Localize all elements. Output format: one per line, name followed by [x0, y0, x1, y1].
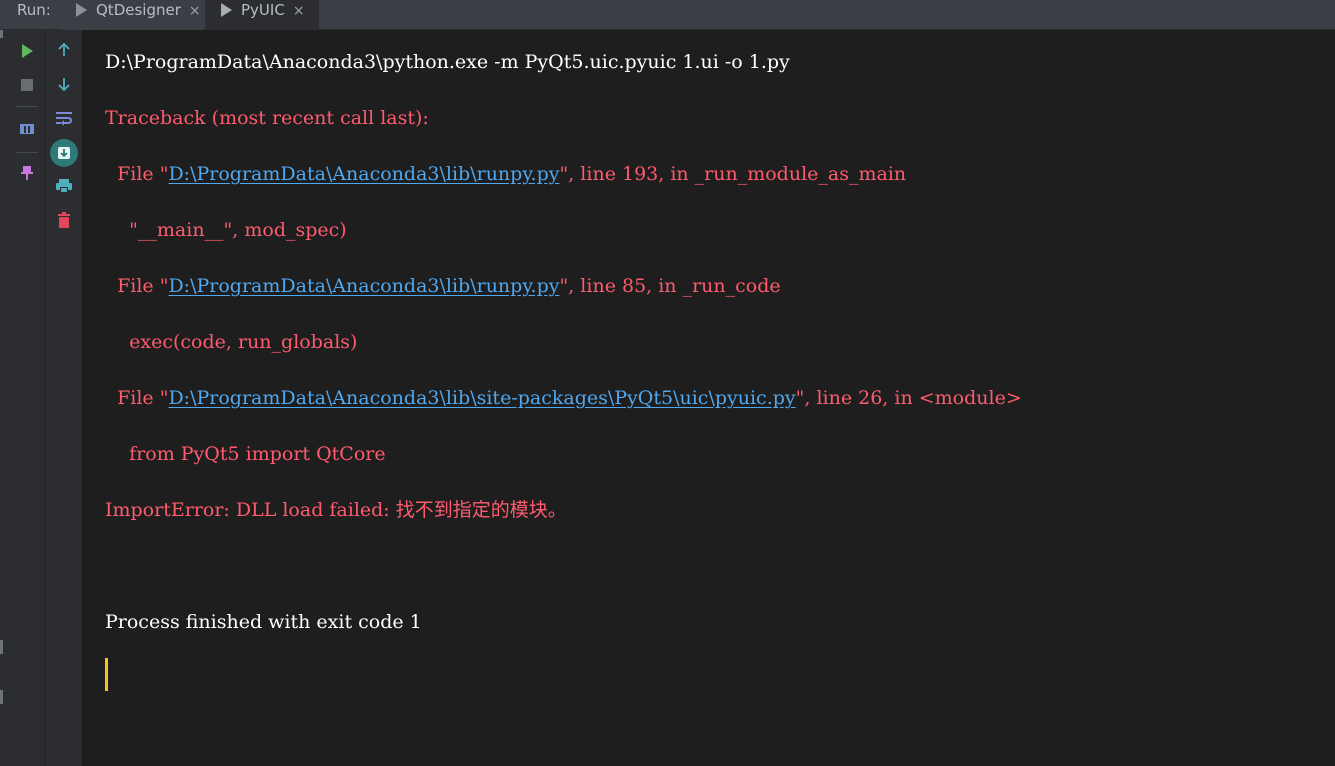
- soft-wrap-button[interactable]: [53, 107, 75, 129]
- run-config-icon: [76, 3, 87, 17]
- tab-pyuic[interactable]: PyUIC ×: [205, 0, 319, 30]
- soft-wrap-icon: [56, 112, 73, 126]
- rerun-button[interactable]: [16, 40, 38, 62]
- run-config-icon: [221, 3, 232, 17]
- traceback-code-line: "__main__", mod_spec): [105, 219, 347, 241]
- run-tool-window: Run: QtDesigner × PyUIC × D:\ProgramData…: [0, 0, 1335, 766]
- restore-layout-button[interactable]: [16, 118, 38, 140]
- pin-tab-button[interactable]: [16, 162, 38, 184]
- print-icon: [56, 179, 72, 193]
- frame-prefix: File ": [105, 387, 169, 409]
- stop-icon: [21, 79, 33, 91]
- toolbar-separator: [16, 152, 38, 153]
- import-error-line: ImportError: DLL load failed: 找不到指定的模块。: [105, 499, 567, 521]
- scroll-to-end-button[interactable]: [50, 139, 78, 167]
- previous-occurrence-button[interactable]: [53, 39, 75, 61]
- run-actions-toolbar: [8, 30, 45, 766]
- edge-mark: [0, 690, 3, 704]
- frame-prefix: File ": [105, 275, 169, 297]
- clear-all-button[interactable]: [53, 209, 75, 231]
- traceback-code-line: exec(code, run_globals): [105, 331, 358, 353]
- tab-qtdesigner[interactable]: QtDesigner ×: [62, 0, 204, 30]
- console-output[interactable]: D:\ProgramData\Anaconda3\python.exe -m P…: [83, 30, 1335, 766]
- close-icon[interactable]: ×: [293, 1, 305, 21]
- edge-mark: [0, 30, 3, 38]
- run-tab-bar: Run: QtDesigner × PyUIC ×: [0, 0, 1335, 30]
- tab-label: QtDesigner: [96, 1, 181, 19]
- traceback-frame-line: File "D:\ProgramData\Anaconda3\lib\runpy…: [105, 162, 906, 186]
- play-icon: [22, 44, 33, 58]
- frame-suffix: ", line 193, in _run_module_as_main: [559, 163, 907, 185]
- command-line: D:\ProgramData\Anaconda3\python.exe -m P…: [105, 51, 790, 73]
- close-icon[interactable]: ×: [189, 1, 201, 21]
- frame-prefix: File ": [105, 163, 169, 185]
- traceback-code-line: from PyQt5 import QtCore: [105, 443, 386, 465]
- arrow-up-icon: [58, 42, 70, 56]
- source-file-link[interactable]: D:\ProgramData\Anaconda3\lib\runpy.py: [168, 163, 559, 185]
- layout-icon: [20, 124, 34, 134]
- console-actions-toolbar: [45, 30, 83, 766]
- tab-label: PyUIC: [241, 1, 285, 19]
- traceback-frame-line: File "D:\ProgramData\Anaconda3\lib\runpy…: [105, 274, 781, 298]
- source-file-link[interactable]: D:\ProgramData\Anaconda3\lib\site-packag…: [168, 387, 795, 409]
- exit-message: Process finished with exit code 1: [105, 611, 422, 633]
- pin-icon: [21, 166, 33, 180]
- toolbar-separator: [16, 106, 38, 107]
- frame-suffix: ", line 85, in _run_code: [559, 275, 781, 297]
- traceback-frame-line: File "D:\ProgramData\Anaconda3\lib\site-…: [105, 386, 1022, 410]
- text-caret: [105, 658, 108, 691]
- stop-button[interactable]: [16, 74, 38, 96]
- source-file-link[interactable]: D:\ProgramData\Anaconda3\lib\runpy.py: [168, 275, 559, 297]
- run-label: Run:: [17, 1, 51, 19]
- arrow-down-icon: [58, 78, 70, 92]
- print-button[interactable]: [53, 175, 75, 197]
- trash-icon: [58, 212, 70, 228]
- side-edge-strip: [0, 0, 8, 766]
- scroll-to-end-icon: [58, 147, 70, 159]
- frame-suffix: ", line 26, in <module>: [795, 387, 1022, 409]
- edge-mark: [0, 640, 3, 654]
- next-occurrence-button[interactable]: [53, 73, 75, 95]
- traceback-header: Traceback (most recent call last):: [105, 107, 429, 129]
